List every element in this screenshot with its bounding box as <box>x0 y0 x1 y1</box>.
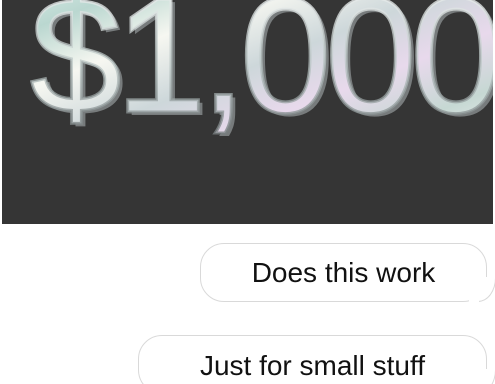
message-bubble[interactable]: Just for small stuff <box>138 335 495 384</box>
message-bubble[interactable]: Does this work <box>200 243 495 302</box>
message-text: Just for small stuff <box>199 350 426 381</box>
bubble-tail <box>477 369 495 384</box>
message-text: Does this work <box>251 256 436 288</box>
money-image-graphic: $1,000 $1,000 <box>2 0 493 224</box>
message-thread: $1,000 $1,000 Does this work Just for sm… <box>0 0 495 384</box>
shared-money-image[interactable]: $1,000 $1,000 <box>2 0 493 224</box>
bubble-tail <box>469 277 495 302</box>
amount-text-highlight: $1,000 <box>30 0 493 147</box>
